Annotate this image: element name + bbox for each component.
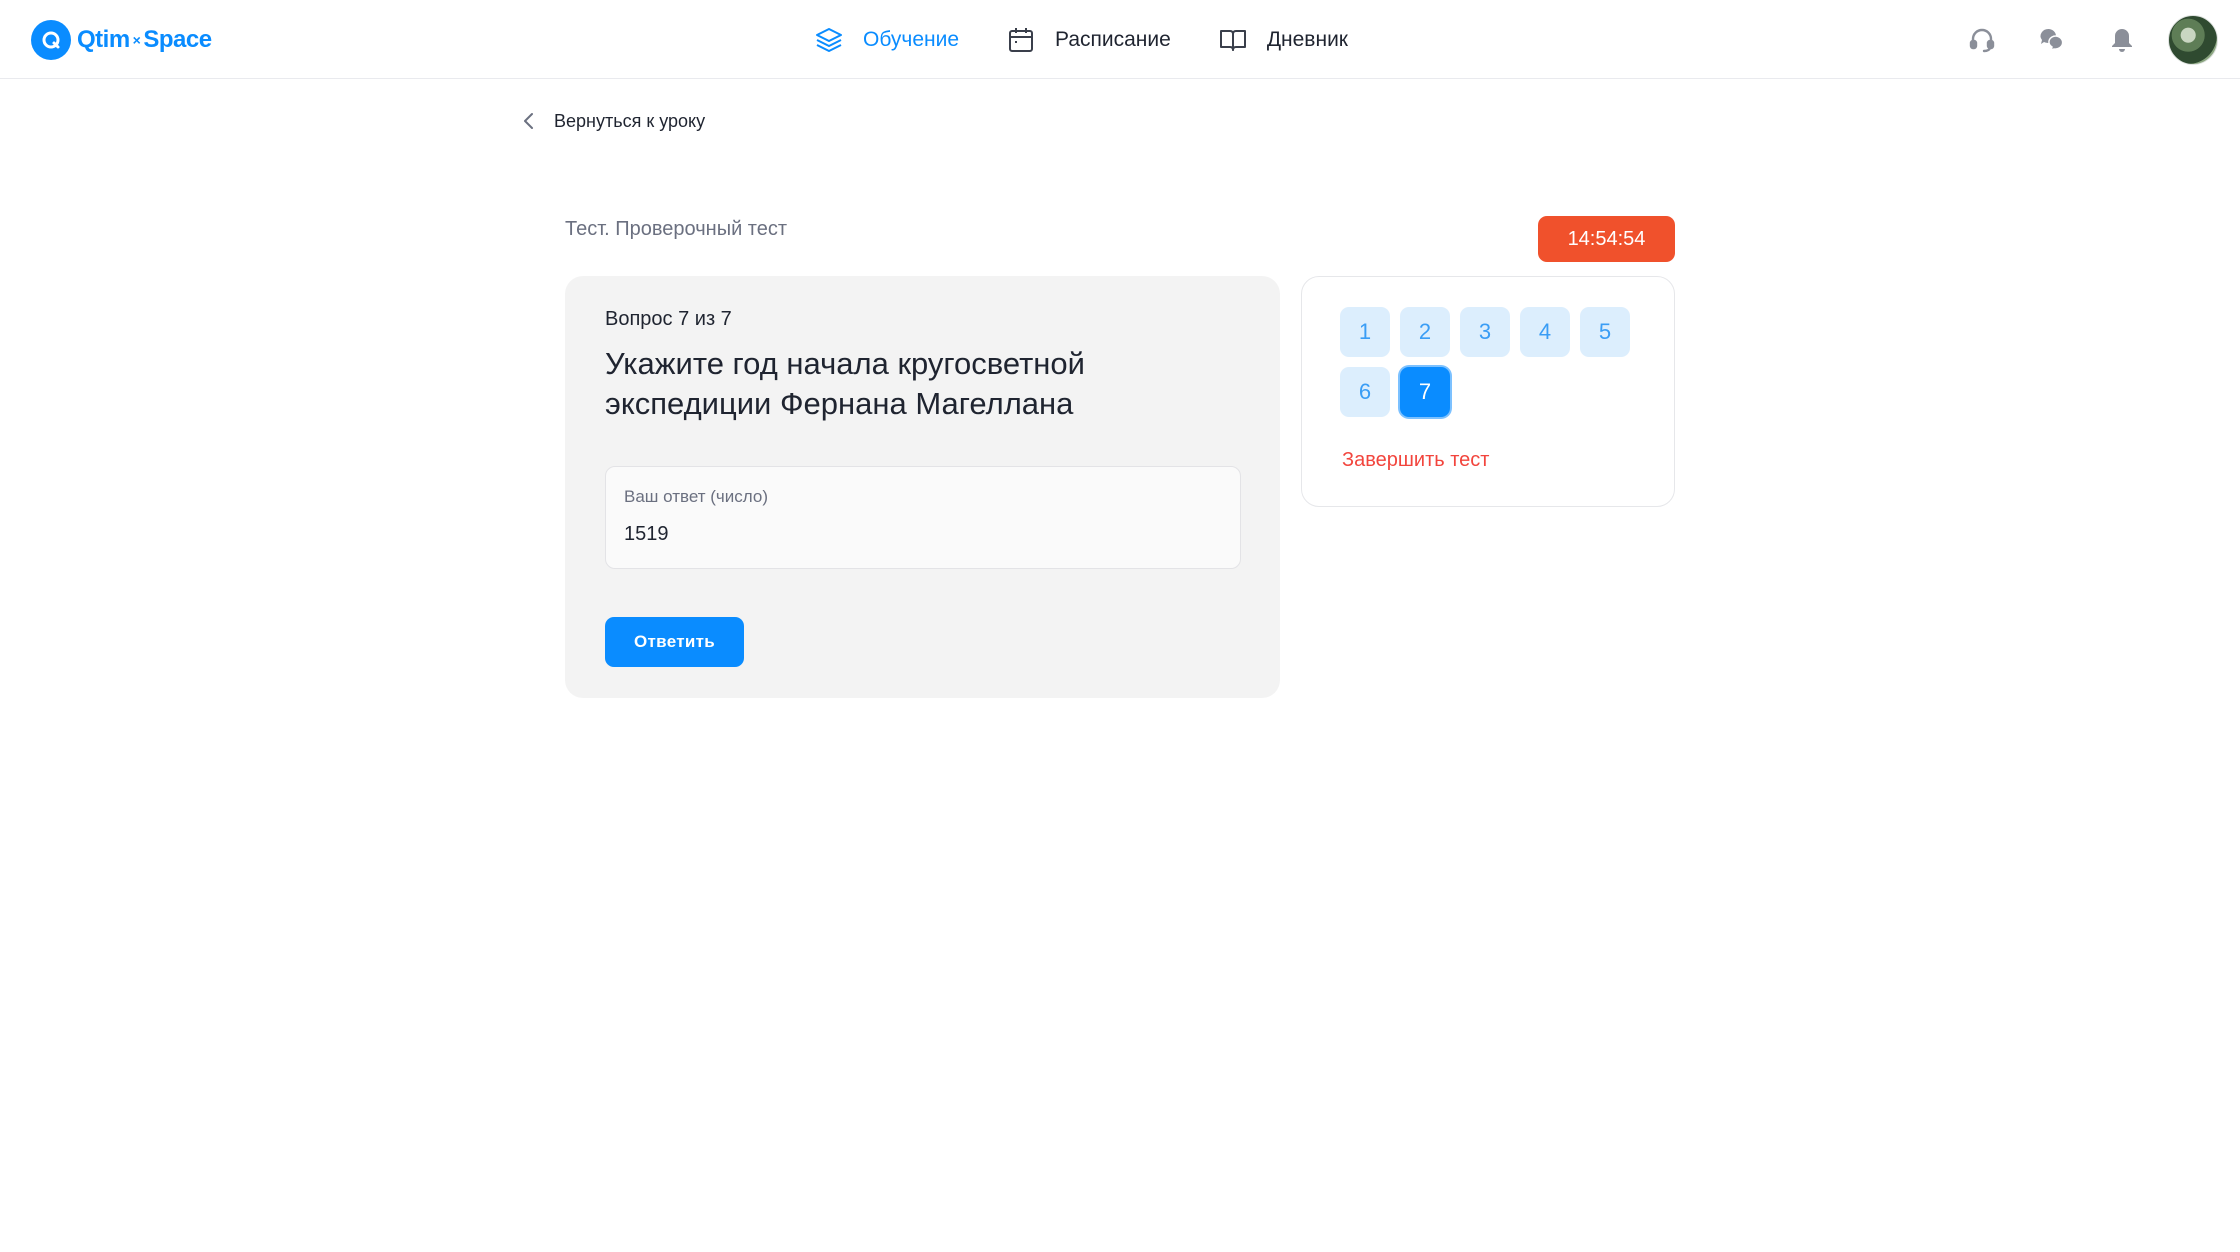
question-number-button[interactable]: 3 [1460, 307, 1510, 357]
chat-button[interactable] [2028, 16, 2076, 64]
layers-icon [816, 28, 842, 52]
answer-field-label: Ваш ответ (число) [624, 487, 769, 506]
nav-item-schedule[interactable]: Расписание [1005, 24, 1171, 56]
question-number-button[interactable]: 5 [1580, 307, 1630, 357]
submit-answer-button[interactable]: Ответить [605, 617, 744, 667]
brand-name-left: Qtim [77, 26, 130, 53]
question-number-button[interactable]: 6 [1340, 367, 1390, 417]
question-counter: Вопрос 7 из 7 [605, 308, 732, 330]
question-number-grid: 1 2 3 4 5 6 7 [1340, 307, 1650, 427]
chevron-left-icon [524, 113, 533, 129]
brand-name: Qtim × Space [77, 26, 212, 54]
calendar-icon [1009, 28, 1034, 52]
book-icon [1219, 30, 1246, 51]
back-to-lesson-link[interactable]: Вернуться к уроку [518, 106, 705, 136]
headset-icon [1969, 28, 1995, 53]
main-nav: Обучение Расписание Дневник [813, 20, 1394, 60]
timer-badge: 14:54:54 [1538, 216, 1675, 262]
nav-item-diary[interactable]: Дневник [1217, 24, 1348, 56]
finish-test-link[interactable]: Завершить тест [1342, 449, 1489, 472]
top-header: Qtim × Space Обучение Расписание Дневник [0, 0, 2240, 79]
answer-field[interactable]: Ваш ответ (число) [605, 466, 1241, 569]
avatar[interactable] [2168, 15, 2218, 65]
question-card: Вопрос 7 из 7 Укажите год начала кругосв… [565, 276, 1280, 698]
question-number-button[interactable]: 1 [1340, 307, 1390, 357]
nav-label-learning: Обучение [863, 28, 960, 51]
question-text: Укажите год начала кругосветной экспедиц… [605, 346, 1085, 421]
bell-icon [2112, 29, 2132, 52]
question-number-button-current[interactable]: 7 [1400, 367, 1450, 417]
brand-name-right: Space [143, 26, 212, 53]
nav-label-schedule: Расписание [1055, 28, 1171, 51]
notifications-button[interactable] [2098, 16, 2146, 64]
answer-input[interactable] [624, 519, 1214, 549]
question-number-button[interactable]: 2 [1400, 307, 1450, 357]
nav-label-diary: Дневник [1266, 28, 1348, 51]
brand-separator: × [132, 32, 141, 48]
question-number-button[interactable]: 4 [1520, 307, 1570, 357]
header-actions [1936, 15, 2218, 65]
brand-logo[interactable]: Qtim × Space [31, 19, 212, 61]
chat-icon [2040, 28, 2064, 52]
support-button[interactable] [1958, 16, 2006, 64]
nav-item-learning[interactable]: Обучение [813, 24, 959, 56]
back-link-label: Вернуться к уроку [554, 110, 706, 131]
test-title: Тест. Проверочный тест [565, 218, 788, 240]
question-nav-card: 1 2 3 4 5 6 7 Завершить тест [1301, 276, 1675, 507]
logo-mark-icon [31, 20, 71, 60]
